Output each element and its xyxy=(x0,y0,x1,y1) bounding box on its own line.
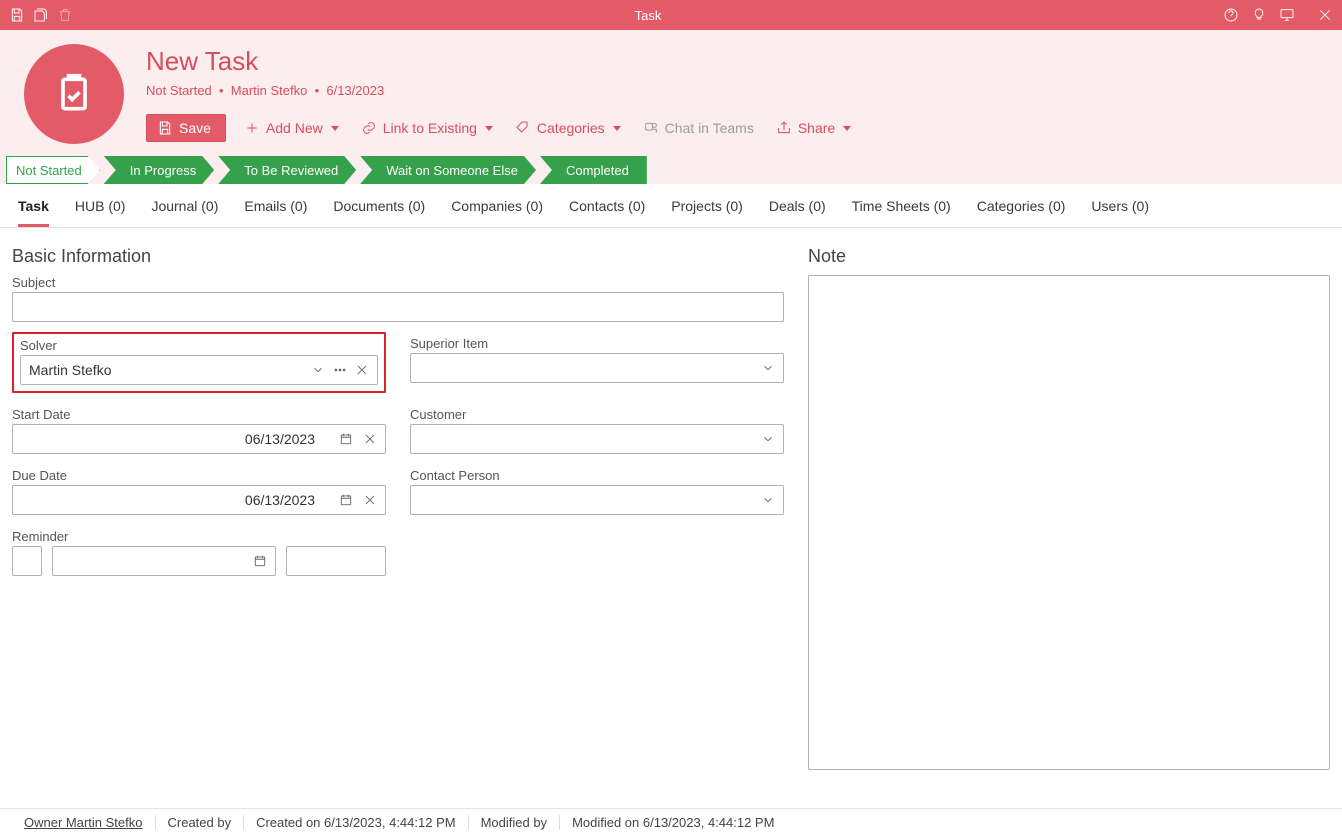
task-app-icon xyxy=(24,44,124,144)
reminder-label: Reminder xyxy=(12,529,386,544)
tab-time-sheets[interactable]: Time Sheets (0) xyxy=(852,198,951,227)
due-date-input[interactable]: 06/13/2023 xyxy=(12,485,386,515)
step-not-started[interactable]: Not Started xyxy=(6,156,100,184)
share-label: Share xyxy=(798,120,835,136)
tab-users[interactable]: Users (0) xyxy=(1091,198,1149,227)
customer-combo[interactable] xyxy=(410,424,784,454)
reminder-date-input[interactable] xyxy=(52,546,276,576)
chevron-down-icon xyxy=(331,126,339,131)
subject-label: Subject xyxy=(12,275,784,290)
clear-icon[interactable] xyxy=(363,493,377,507)
date-text: 6/13/2023 xyxy=(326,83,384,98)
chevron-down-icon xyxy=(843,126,851,131)
save-label: Save xyxy=(179,120,211,136)
link-existing-button[interactable]: Link to Existing xyxy=(357,116,497,140)
step-completed[interactable]: Completed xyxy=(540,156,647,184)
step-in-progress[interactable]: In Progress xyxy=(104,156,214,184)
tab-emails[interactable]: Emails (0) xyxy=(244,198,307,227)
monitor-icon[interactable] xyxy=(1278,6,1296,24)
note-textarea[interactable] xyxy=(808,275,1330,770)
chevron-down-icon[interactable] xyxy=(761,432,775,446)
chevron-down-icon[interactable] xyxy=(761,493,775,507)
superior-label: Superior Item xyxy=(410,336,784,351)
status-chevron-bar: Not Started In Progress To Be Reviewed W… xyxy=(0,156,1342,184)
status-text: Not Started xyxy=(146,83,212,98)
chevron-down-icon xyxy=(485,126,493,131)
contact-label: Contact Person xyxy=(410,468,784,483)
solver-value: Martin Stefko xyxy=(29,362,311,378)
categories-button[interactable]: Categories xyxy=(511,116,625,140)
header: New Task Not Started • Martin Stefko • 6… xyxy=(0,30,1342,156)
subject-input[interactable] xyxy=(12,292,784,322)
share-button[interactable]: Share xyxy=(772,116,855,140)
clear-icon[interactable] xyxy=(355,363,369,377)
tab-companies[interactable]: Companies (0) xyxy=(451,198,543,227)
chat-teams-label: Chat in Teams xyxy=(665,120,754,136)
save-all-icon[interactable] xyxy=(32,6,50,24)
more-icon[interactable] xyxy=(333,363,347,377)
due-date-label: Due Date xyxy=(12,468,386,483)
save-button[interactable]: Save xyxy=(146,114,226,142)
chevron-down-icon[interactable] xyxy=(761,361,775,375)
step-wait-someone-else[interactable]: Wait on Someone Else xyxy=(360,156,536,184)
tab-categories[interactable]: Categories (0) xyxy=(977,198,1066,227)
status-modified-on: Modified on 6/13/2023, 4:44:12 PM xyxy=(560,815,786,830)
form-body: Basic Information Subject Solver Martin … xyxy=(0,228,1342,823)
start-date-value: 06/13/2023 xyxy=(21,431,315,447)
reminder-time-input[interactable] xyxy=(286,546,386,576)
title-bar: Task xyxy=(0,0,1342,30)
status-owner[interactable]: Owner Martin Stefko xyxy=(12,815,156,830)
categories-label: Categories xyxy=(537,120,605,136)
step-to-be-reviewed[interactable]: To Be Reviewed xyxy=(218,156,356,184)
chevron-down-icon[interactable] xyxy=(311,363,325,377)
page-subtitle: Not Started • Martin Stefko • 6/13/2023 xyxy=(146,83,855,98)
page-title: New Task xyxy=(146,46,855,77)
delete-icon[interactable] xyxy=(56,6,74,24)
owner-text: Martin Stefko xyxy=(231,83,308,98)
tab-deals[interactable]: Deals (0) xyxy=(769,198,826,227)
status-bar: Owner Martin Stefko Created by Created o… xyxy=(0,808,1342,836)
due-date-value: 06/13/2023 xyxy=(21,492,315,508)
toolbar: Save Add New Link to Existing Categories… xyxy=(146,114,855,142)
basic-info-title: Basic Information xyxy=(12,246,784,267)
calendar-icon[interactable] xyxy=(253,554,267,568)
window-title: Task xyxy=(74,8,1222,23)
help-icon[interactable] xyxy=(1222,6,1240,24)
status-created-on: Created on 6/13/2023, 4:44:12 PM xyxy=(244,815,468,830)
tab-journal[interactable]: Journal (0) xyxy=(151,198,218,227)
start-date-label: Start Date xyxy=(12,407,386,422)
add-new-label: Add New xyxy=(266,120,323,136)
tab-task[interactable]: Task xyxy=(18,198,49,227)
customer-label: Customer xyxy=(410,407,784,422)
add-new-button[interactable]: Add New xyxy=(240,116,343,140)
tab-hub[interactable]: HUB (0) xyxy=(75,198,126,227)
clear-icon[interactable] xyxy=(363,432,377,446)
save-icon[interactable] xyxy=(8,6,26,24)
bulb-icon[interactable] xyxy=(1250,6,1268,24)
start-date-input[interactable]: 06/13/2023 xyxy=(12,424,386,454)
reminder-checkbox[interactable] xyxy=(12,546,42,576)
close-icon[interactable] xyxy=(1316,6,1334,24)
tab-projects[interactable]: Projects (0) xyxy=(671,198,743,227)
status-created-by: Created by xyxy=(156,815,245,830)
solver-highlight-box: Solver Martin Stefko xyxy=(12,332,386,393)
chat-teams-button[interactable]: Chat in Teams xyxy=(639,116,758,140)
contact-combo[interactable] xyxy=(410,485,784,515)
solver-label: Solver xyxy=(20,338,378,353)
tabs: Task HUB (0) Journal (0) Emails (0) Docu… xyxy=(0,184,1342,228)
chevron-down-icon xyxy=(613,126,621,131)
tab-documents[interactable]: Documents (0) xyxy=(333,198,425,227)
note-title: Note xyxy=(808,246,1330,267)
calendar-icon[interactable] xyxy=(339,432,353,446)
link-existing-label: Link to Existing xyxy=(383,120,477,136)
calendar-icon[interactable] xyxy=(339,493,353,507)
superior-combo[interactable] xyxy=(410,353,784,383)
solver-combo[interactable]: Martin Stefko xyxy=(20,355,378,385)
tab-contacts[interactable]: Contacts (0) xyxy=(569,198,645,227)
status-modified-by: Modified by xyxy=(469,815,560,830)
